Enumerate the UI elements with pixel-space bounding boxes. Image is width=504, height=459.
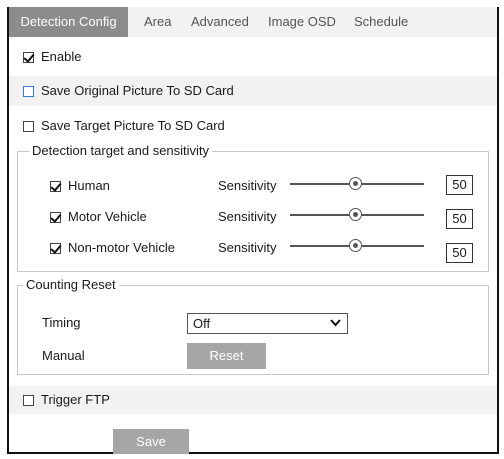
human-sensitivity-label: Sensitivity xyxy=(218,178,277,193)
counting-reset-legend: Counting Reset xyxy=(23,277,119,292)
enable-checkbox[interactable] xyxy=(23,52,34,63)
trigger-ftp-row: Trigger FTP xyxy=(9,386,497,414)
non-motor-vehicle-checkbox[interactable] xyxy=(50,243,61,254)
motor-vehicle-slider-knob[interactable] xyxy=(349,208,362,221)
human-checkbox[interactable] xyxy=(50,181,61,192)
save-target-checkbox[interactable] xyxy=(23,121,34,132)
detection-legend: Detection target and sensitivity xyxy=(29,143,213,158)
timing-label: Timing xyxy=(42,315,81,330)
counting-reset-group: Counting Reset Timing Off Manual Reset xyxy=(17,277,489,375)
save-original-checkbox[interactable] xyxy=(23,86,34,97)
reset-button[interactable]: Reset xyxy=(187,343,266,369)
non-motor-vehicle-sensitivity-value[interactable]: 50 xyxy=(446,243,473,263)
human-sensitivity-value[interactable]: 50 xyxy=(446,175,473,195)
save-button[interactable]: Save xyxy=(113,429,189,454)
human-slider-knob[interactable] xyxy=(349,177,362,190)
enable-label: Enable xyxy=(41,49,82,64)
detection-group: Detection target and sensitivity Human S… xyxy=(17,143,489,272)
non-motor-vehicle-sensitivity-label: Sensitivity xyxy=(218,240,277,255)
save-original-row: Save Original Picture To SD Card xyxy=(9,76,497,106)
save-original-label: Save Original Picture To SD Card xyxy=(41,83,234,98)
motor-vehicle-checkbox[interactable] xyxy=(50,212,61,223)
enable-row: Enable xyxy=(9,44,497,70)
save-target-row: Save Target Picture To SD Card xyxy=(9,112,497,140)
human-label: Human xyxy=(68,178,110,193)
trigger-ftp-checkbox[interactable] xyxy=(23,395,34,406)
trigger-ftp-label: Trigger FTP xyxy=(41,392,110,407)
motor-vehicle-sensitivity-value[interactable]: 50 xyxy=(446,209,473,229)
non-motor-vehicle-slider-knob[interactable] xyxy=(349,239,362,252)
chevron-down-icon xyxy=(330,319,341,327)
motor-vehicle-sensitivity-label: Sensitivity xyxy=(218,209,277,224)
save-target-label: Save Target Picture To SD Card xyxy=(41,118,225,133)
timing-select[interactable]: Off xyxy=(187,313,348,334)
timing-selected-value: Off xyxy=(193,316,211,331)
manual-label: Manual xyxy=(42,348,85,363)
motor-vehicle-label: Motor Vehicle xyxy=(68,209,147,224)
non-motor-vehicle-label: Non-motor Vehicle xyxy=(68,240,175,255)
